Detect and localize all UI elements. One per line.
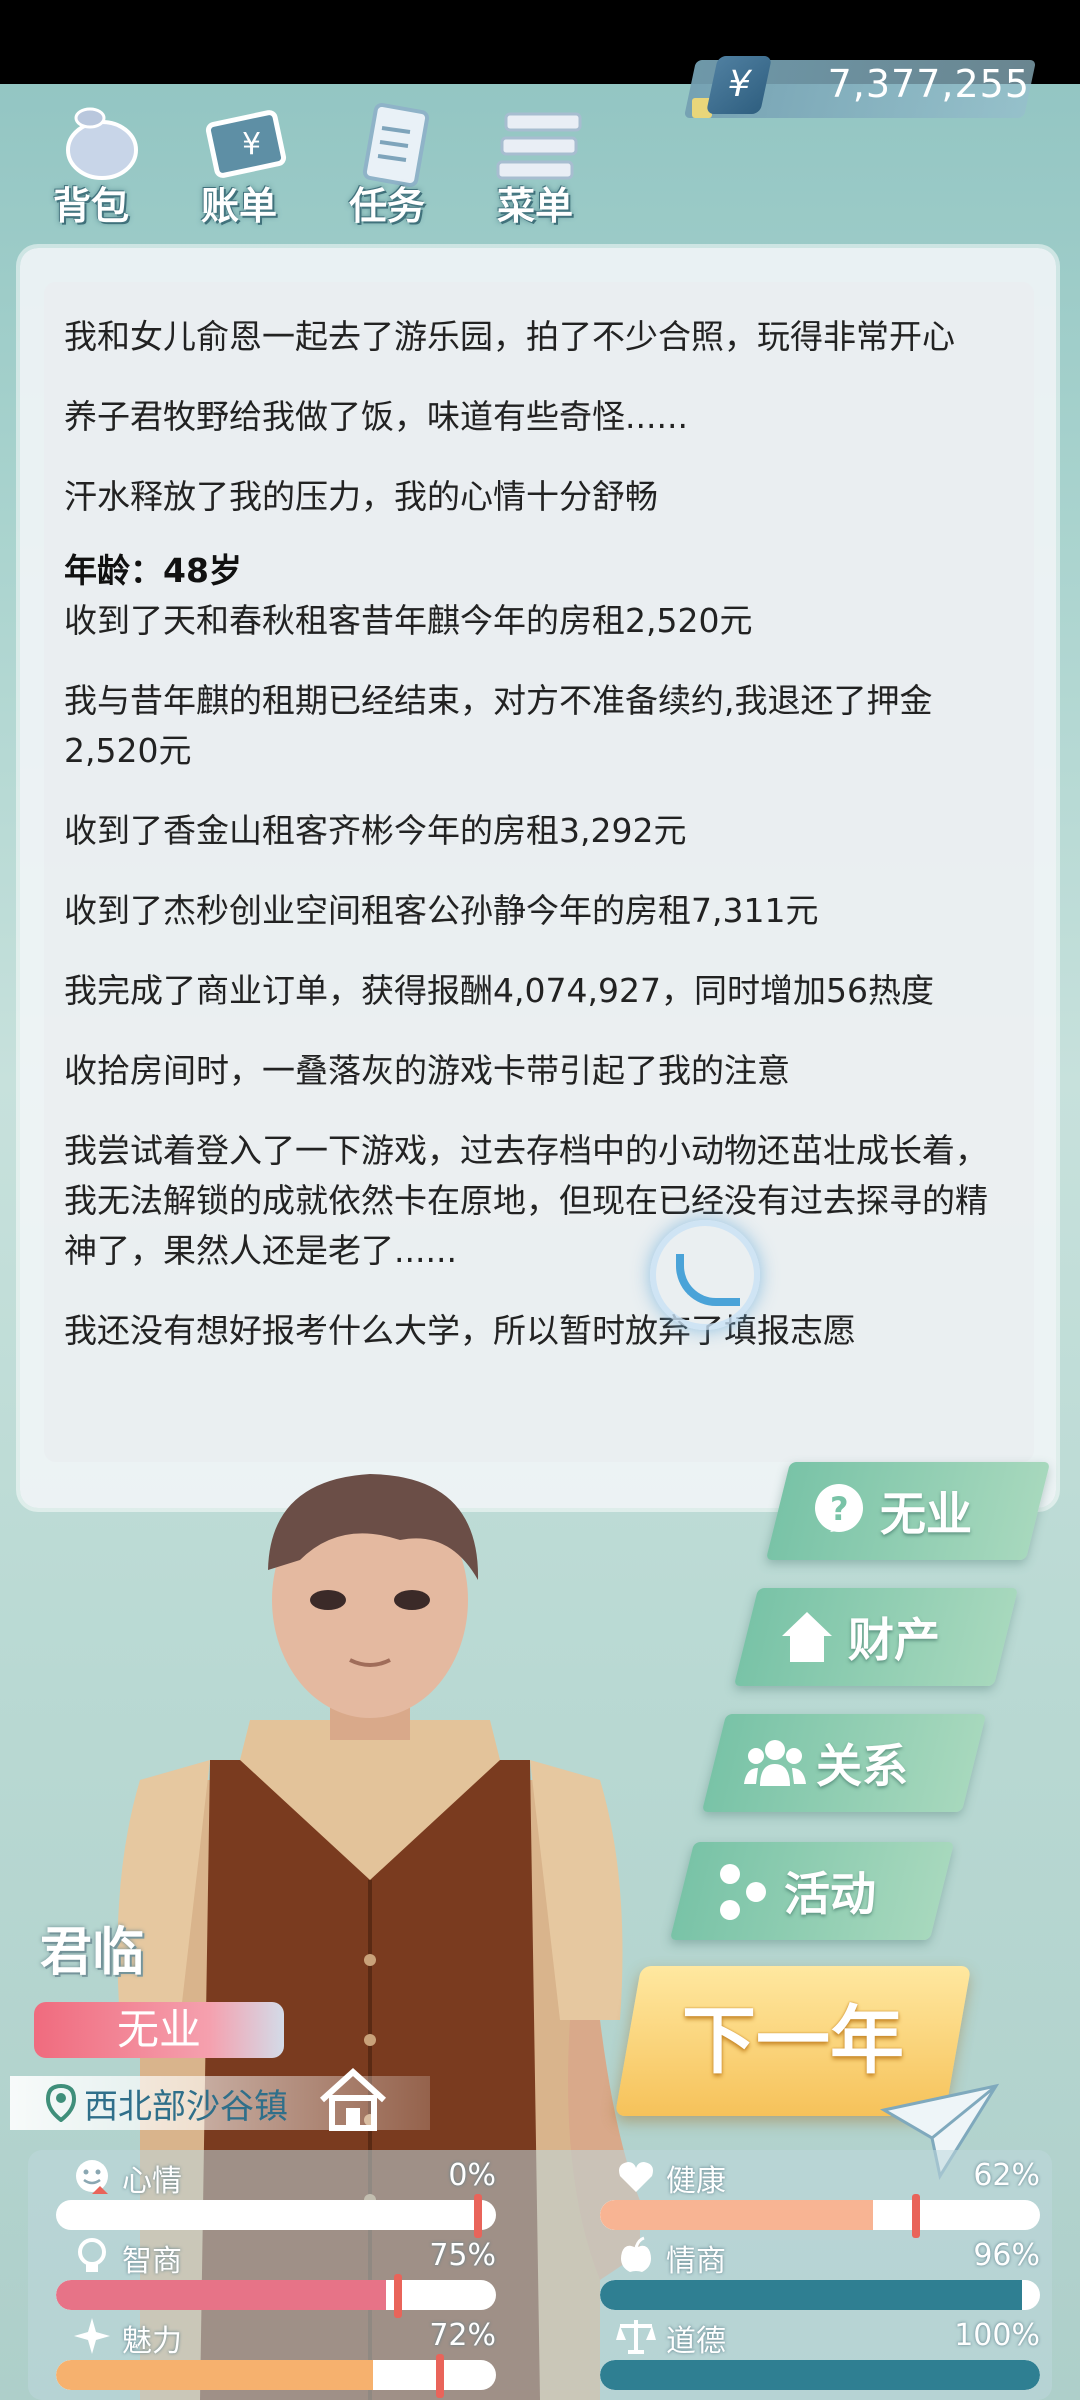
nav-bill-label: 账单 bbox=[200, 184, 277, 228]
assets-button-label: 财产 bbox=[848, 1613, 940, 1667]
location-text: 西北部沙谷镇 bbox=[84, 2086, 288, 2127]
stats-panel: 心情 0% 健康 62% 智商 75% 情商 96% 魅力 72% 道德 100… bbox=[28, 2150, 1052, 2400]
log-line: 我完成了商业订单，获得报酬4,074,927，同时增加56热度 bbox=[64, 971, 934, 1010]
nav-backpack-label: 背包 bbox=[52, 184, 129, 228]
stat-morality-track bbox=[600, 2360, 1040, 2390]
stat-eq-fill bbox=[600, 2280, 1023, 2310]
lightbulb-icon bbox=[78, 2238, 106, 2272]
stat-mood-value: 0% bbox=[448, 2158, 496, 2193]
stat-morality: 道德 100% bbox=[600, 2316, 1040, 2394]
nav-menu-label: 菜单 bbox=[496, 184, 573, 228]
activity-icon bbox=[720, 1864, 766, 1920]
nav-backpack-button[interactable]: 背包 bbox=[26, 94, 156, 234]
nav-menu-button[interactable]: 菜单 bbox=[470, 94, 600, 234]
sparkle-icon bbox=[74, 2318, 110, 2354]
stat-health-value: 62% bbox=[973, 2158, 1040, 2193]
relations-button-label: 关系 bbox=[816, 1739, 908, 1793]
stat-iq-fill bbox=[56, 2280, 386, 2310]
event-log: 我和女儿俞恩一起去了游乐园，拍了不少合照，玩得非常开心 养子君牧野给我做了饭，味… bbox=[64, 312, 1004, 1386]
stat-iq-track bbox=[56, 2280, 496, 2310]
activities-button[interactable]: 活动 bbox=[669, 1842, 955, 1940]
house-icon bbox=[782, 1612, 832, 1662]
home-icon[interactable] bbox=[318, 2066, 388, 2132]
svg-text:¥: ¥ bbox=[242, 127, 261, 162]
svg-text:?: ? bbox=[830, 1490, 849, 1528]
stat-health-fill bbox=[600, 2200, 873, 2230]
log-line: 我和女儿俞恩一起去了游乐园，拍了不少合照，玩得非常开心 bbox=[64, 317, 955, 356]
stat-charm-name: 魅力 bbox=[122, 2324, 182, 2359]
relations-button[interactable]: 关系 bbox=[701, 1714, 987, 1812]
stat-mood-name: 心情 bbox=[122, 2164, 182, 2199]
log-line: 收到了杰秒创业空间租客公孙静今年的房租7,311元 bbox=[64, 891, 819, 930]
stat-charm-marker bbox=[436, 2354, 444, 2398]
stat-eq: 情商 96% bbox=[600, 2236, 1040, 2314]
nav-task-label: 任务 bbox=[348, 184, 425, 228]
log-line: 我还没有想好报考什么大学，所以暂时放弃了填报志愿 bbox=[64, 1311, 856, 1350]
job-button[interactable]: ? 无业 bbox=[765, 1462, 1051, 1560]
stat-eq-name: 情商 bbox=[666, 2244, 726, 2279]
stat-morality-name: 道德 bbox=[666, 2324, 726, 2359]
log-age: 年龄：48岁 bbox=[64, 551, 242, 590]
smiley-icon bbox=[76, 2160, 108, 2194]
stat-health: 健康 62% bbox=[600, 2156, 1040, 2238]
stat-morality-fill bbox=[600, 2360, 1040, 2390]
stat-iq: 智商 75% bbox=[56, 2236, 496, 2318]
money-value: 7,377,255 bbox=[827, 62, 1030, 106]
stat-mood: 心情 0% bbox=[56, 2156, 496, 2238]
question-icon: ? bbox=[815, 1484, 863, 1532]
character-name: 君临 bbox=[40, 1923, 145, 1983]
log-line: 收拾房间时，一叠落灰的游戏卡带引起了我的注意 bbox=[64, 1051, 790, 1090]
nav-bill-button[interactable]: ¥ 账单 bbox=[174, 94, 304, 234]
stat-eq-track bbox=[600, 2280, 1040, 2310]
log-line: 养子君牧野给我做了饭，味道有些奇怪...... bbox=[64, 397, 688, 436]
stat-charm-track bbox=[56, 2360, 496, 2390]
people-icon bbox=[744, 1740, 806, 1786]
stat-charm-fill bbox=[56, 2360, 373, 2390]
apple-icon bbox=[621, 2236, 651, 2272]
stat-iq-marker bbox=[394, 2274, 402, 2318]
stat-mood-track bbox=[56, 2200, 496, 2230]
assets-button[interactable]: 财产 bbox=[733, 1588, 1019, 1686]
job-badge: 无业 bbox=[34, 2002, 284, 2058]
log-line: 收到了天和春秋租客昔年麒今年的房租2,520元 bbox=[64, 601, 753, 640]
stat-health-marker bbox=[912, 2194, 920, 2238]
log-line: 收到了香金山租客齐彬今年的房租3,292元 bbox=[64, 811, 687, 850]
log-line: 我尝试着登入了一下游戏，过去存档中的小动物还茁壮成长着，我无法解锁的成就依然卡在… bbox=[64, 1131, 988, 1270]
job-button-label: 无业 bbox=[880, 1487, 972, 1541]
stat-mood-marker bbox=[474, 2194, 482, 2238]
stat-charm: 魅力 72% bbox=[56, 2316, 496, 2398]
stat-health-name: 健康 bbox=[666, 2164, 726, 2199]
stat-morality-value: 100% bbox=[954, 2318, 1040, 2353]
heart-icon bbox=[619, 2162, 653, 2192]
loading-spinner-icon bbox=[650, 1220, 760, 1330]
activities-button-label: 活动 bbox=[784, 1867, 876, 1921]
stat-charm-value: 72% bbox=[429, 2318, 496, 2353]
log-line: 汗水释放了我的压力，我的心情十分舒畅 bbox=[64, 477, 658, 516]
stat-iq-value: 75% bbox=[429, 2238, 496, 2273]
location-pin-icon bbox=[46, 2084, 76, 2122]
scales-icon bbox=[616, 2320, 656, 2354]
log-line: 我与昔年麒的租期已经结束，对方不准备续约,我退还了押金2,520元 bbox=[64, 681, 933, 770]
stat-iq-name: 智商 bbox=[122, 2244, 182, 2279]
stat-eq-value: 96% bbox=[973, 2238, 1040, 2273]
stat-health-track bbox=[600, 2200, 1040, 2230]
nav-task-button[interactable]: 任务 bbox=[322, 94, 452, 234]
